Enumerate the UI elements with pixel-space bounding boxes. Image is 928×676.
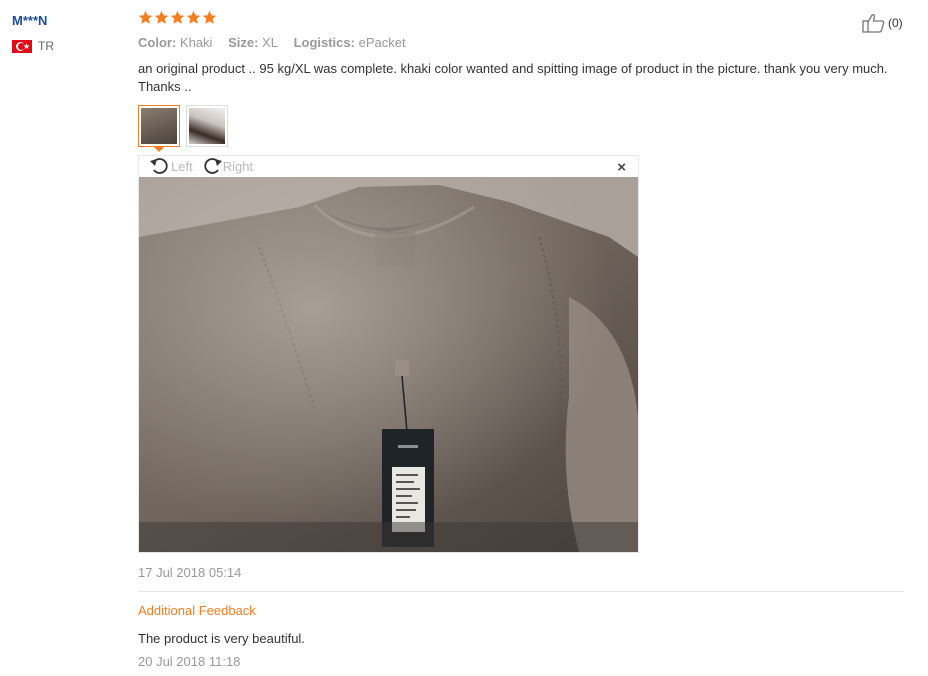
rotate-right-button[interactable]: Right [201,156,253,176]
star-icon [138,10,153,24]
turkey-flag-icon: ★ [12,39,32,53]
star-rating [138,10,217,25]
review-photo [139,177,638,552]
active-thumbnail-pointer [153,146,165,152]
attr-value-logistics: ePacket [358,35,406,50]
close-icon[interactable]: × [617,159,626,176]
attr-label-size: Size: [228,35,259,50]
review-date: 17 Jul 2018 05:14 [138,565,242,580]
additional-feedback-text: The product is very beautiful. [138,631,305,646]
reviewer-name[interactable]: M***N [12,13,47,28]
star-icon [154,10,169,24]
rotate-left-icon [150,158,168,174]
order-attributes: Color: Khaki Size: XL Logistics: ePacket [138,35,418,50]
photo-thumbnails [138,105,228,147]
additional-feedback-heading: Additional Feedback [138,603,256,618]
divider [138,591,904,592]
country-code: TR [38,39,54,53]
helpful-count: (0) [888,16,903,30]
thumbs-up-icon [862,14,885,33]
star-icon [186,10,201,24]
review-text: an original product .. 95 kg/XL was comp… [138,61,888,94]
rotate-right-label: Right [222,158,254,174]
photo-viewer: Left Right × [138,155,639,553]
star-icon [170,10,185,24]
rotate-left-label: Left [171,158,193,174]
attr-label-logistics: Logistics: [293,35,355,50]
attr-value-size: XL [262,35,278,50]
photo-thumbnail[interactable] [138,105,180,147]
star-icon [202,10,217,24]
attr-value-color: Khaki [179,35,213,50]
additional-feedback-date: 20 Jul 2018 11:18 [138,654,241,669]
rotate-left-button[interactable]: Left [149,156,193,176]
reviewer-country: ★ TR [12,39,54,53]
helpful-button[interactable]: (0) [862,13,903,33]
rotate-right-icon [204,158,222,174]
attr-label-color: Color: [138,35,177,50]
photo-thumbnail[interactable] [186,105,228,147]
viewer-toolbar: Left Right [149,156,253,176]
